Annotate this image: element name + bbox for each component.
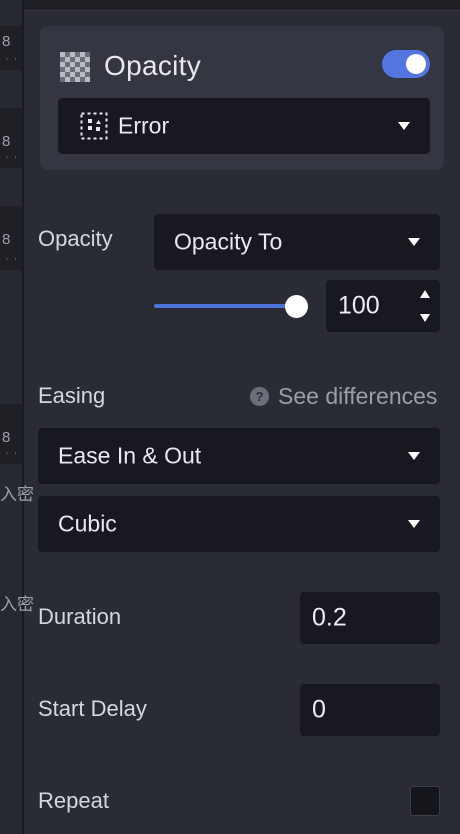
checkerboard-icon xyxy=(60,52,90,82)
easing-type-label: Ease In & Out xyxy=(58,442,202,469)
chevron-down-icon xyxy=(408,238,420,246)
help-icon[interactable]: ? xyxy=(250,387,269,406)
opacity-slider-handle[interactable] xyxy=(285,295,308,318)
preset-label: Error xyxy=(118,112,170,139)
toggle-knob xyxy=(406,54,426,74)
duration-value: 0.2 xyxy=(312,603,347,632)
easing-curve-select[interactable]: Cubic xyxy=(38,496,440,552)
strip-tile[interactable]: 8 ' ' xyxy=(0,26,22,70)
opacity-label: Opacity xyxy=(38,226,113,251)
opacity-mode-label: Opacity To xyxy=(174,228,283,255)
start-delay-value: 0 xyxy=(312,695,326,724)
chevron-down-icon xyxy=(408,452,420,460)
decrement-icon[interactable] xyxy=(420,314,430,322)
chevron-down-icon xyxy=(398,122,410,130)
strip-tile-number: 8 xyxy=(2,231,11,248)
strip-tile-dots: ' ' xyxy=(6,155,19,166)
strip-tile-dots: ' ' xyxy=(6,257,19,268)
opacity-value: 100 xyxy=(338,291,380,320)
easing-label: Easing xyxy=(38,383,106,408)
strip-tile[interactable]: 8 ' ' xyxy=(0,404,22,464)
strip-label: 入密 xyxy=(0,485,34,504)
opacity-slider[interactable] xyxy=(154,304,296,308)
strip-tile[interactable]: 8 ' ' xyxy=(0,108,22,168)
card-title: Opacity xyxy=(104,50,202,81)
selection-box-icon xyxy=(80,112,108,140)
increment-icon[interactable] xyxy=(420,290,430,298)
opacity-mode-select[interactable]: Opacity To xyxy=(154,214,440,270)
strip-tile-number: 8 xyxy=(2,33,11,50)
strip-tile-dots: ' ' xyxy=(6,57,19,68)
top-divider xyxy=(24,0,460,11)
chevron-down-icon xyxy=(408,520,420,528)
easing-curve-label: Cubic xyxy=(58,510,117,537)
strip-divider xyxy=(22,0,24,834)
opacity-value-stepper[interactable]: 100 xyxy=(326,280,440,332)
repeat-checkbox[interactable] xyxy=(410,786,440,816)
repeat-label: Repeat xyxy=(38,788,109,813)
strip-tile-dots: ' ' xyxy=(6,451,19,462)
duration-label: Duration xyxy=(38,604,122,629)
see-differences-link[interactable]: See differences xyxy=(278,383,437,410)
enable-toggle[interactable] xyxy=(382,50,430,78)
duration-field[interactable]: 0.2 xyxy=(300,592,440,644)
strip-tile-number: 8 xyxy=(2,429,11,446)
easing-type-select[interactable]: Ease In & Out xyxy=(38,428,440,484)
preset-select[interactable]: Error xyxy=(58,98,430,154)
start-delay-field[interactable]: 0 xyxy=(300,684,440,736)
opacity-card: Opacity Error xyxy=(40,26,444,170)
strip-label: 入密 xyxy=(0,595,34,614)
strip-tile[interactable]: 8 ' ' xyxy=(0,206,22,270)
start-delay-label: Start Delay xyxy=(38,696,147,721)
strip-tile-number: 8 xyxy=(2,133,11,150)
